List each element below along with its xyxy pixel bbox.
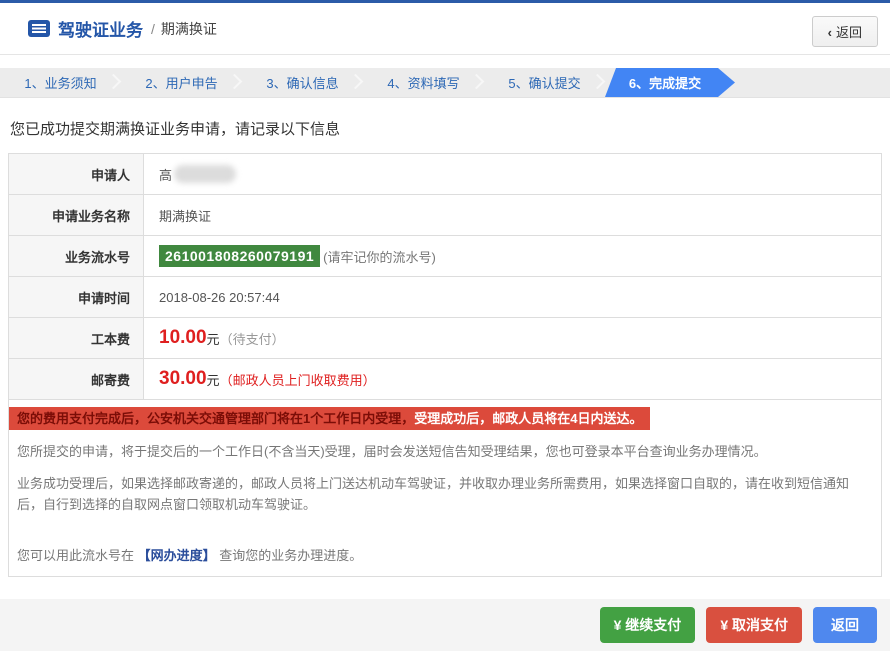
row-label: 邮寄费 (9, 359, 144, 399)
step-bar-filler (735, 68, 890, 97)
applicant-name: 高 (159, 165, 172, 184)
progress-note-prefix: 您可以用此流水号在 (17, 548, 138, 563)
table-row-serial-number: 业务流水号 261001808260079191(请牢记你的流水号) (9, 236, 881, 277)
continue-payment-button[interactable]: ¥ 继续支付 (600, 607, 696, 643)
table-row-business-name: 申请业务名称 期满换证 (9, 195, 881, 236)
step-2-user-declaration[interactable]: 2、用户申告 (121, 68, 242, 97)
warning-text-light: 受理成功后，邮政人员将在4日内送达。 (414, 411, 642, 426)
progress-query-note: 您可以用此流水号在 【网办进度】 查询您的业务办理进度。 (17, 545, 873, 564)
cancel-payment-button[interactable]: ¥ 取消支付 (706, 607, 802, 643)
back-button[interactable]: ‹ 返回 (812, 16, 878, 47)
notes-section: 您的费用支付完成后，公安机关交通管理部门将在1个工作日内受理，受理成功后，邮政人… (8, 400, 882, 577)
row-label: 业务流水号 (9, 236, 144, 276)
fee-note: （待支付） (220, 329, 285, 348)
fee-unit: 元 (207, 329, 220, 348)
breadcrumb-current: 期满换证 (161, 19, 217, 39)
page-header: 驾驶证业务 / 期满换证 ‹ 返回 (0, 3, 890, 55)
serial-number-badge: 261001808260079191 (159, 245, 320, 267)
step-1-business-notice[interactable]: 1、业务须知 (0, 68, 121, 97)
fee-unit: 元 (207, 370, 220, 389)
payment-warning-banner: 您的费用支付完成后，公安机关交通管理部门将在1个工作日内受理，受理成功后，邮政人… (9, 407, 650, 430)
table-row-postage-fee: 邮寄费 30.00元（邮政人员上门收取费用） (9, 359, 881, 400)
fee-amount: 30.00 (159, 368, 207, 390)
row-label: 申请业务名称 (9, 195, 144, 235)
row-value: 261001808260079191(请牢记你的流水号) (144, 236, 881, 276)
step-5-confirm-submit[interactable]: 5、确认提交 (484, 68, 605, 97)
warning-text-dark: 您的费用支付完成后，公安机关交通管理部门将在1个工作日内受理， (17, 411, 414, 426)
step-4-fill-materials[interactable]: 4、资料填写 (363, 68, 484, 97)
fee-amount: 10.00 (159, 327, 207, 349)
row-label: 申请人 (9, 154, 144, 194)
row-label: 申请时间 (9, 277, 144, 317)
row-value: 期满换证 (144, 195, 881, 235)
chevron-left-icon: ‹ (828, 25, 832, 40)
table-row-applicant: 申请人 高 (9, 154, 881, 195)
success-message: 您已成功提交期满换证业务申请，请记录以下信息 (10, 118, 890, 139)
page-title: 驾驶证业务 (58, 16, 143, 41)
progress-note-suffix: 查询您的业务办理进度。 (216, 548, 363, 563)
fee-note: （邮政人员上门收取费用） (220, 370, 376, 389)
back-button-label: 返回 (836, 25, 862, 40)
progress-menu-reference: 【网办进度】 (138, 548, 216, 563)
redacted-blur (174, 165, 236, 183)
serial-note: (请牢记你的流水号) (323, 247, 436, 266)
note-paragraph-processing: 您所提交的申请，将于提交后的一个工作日(不含当天)受理，届时会发送短信告知受理结… (17, 441, 873, 462)
breadcrumb-separator: / (151, 21, 155, 37)
list-icon (28, 20, 50, 37)
step-progress-bar: 1、业务须知 2、用户申告 3、确认信息 4、资料填写 5、确认提交 6、完成提… (0, 68, 890, 98)
row-value: 10.00元（待支付） (144, 318, 881, 358)
step-3-confirm-info[interactable]: 3、确认信息 (242, 68, 363, 97)
note-paragraph-delivery: 业务成功受理后，如果选择邮政寄递的，邮政人员将上门送达机动车驾驶证，并收取办理业… (17, 473, 873, 515)
row-value: 2018-08-26 20:57:44 (144, 277, 881, 317)
row-label: 工本费 (9, 318, 144, 358)
application-info-table: 申请人 高 申请业务名称 期满换证 业务流水号 2610018082600791… (8, 153, 882, 400)
table-row-apply-time: 申请时间 2018-08-26 20:57:44 (9, 277, 881, 318)
table-row-production-fee: 工本费 10.00元（待支付） (9, 318, 881, 359)
action-footer: ¥ 继续支付 ¥ 取消支付 返回 (0, 599, 890, 651)
step-6-complete-submit[interactable]: 6、完成提交 (605, 68, 735, 97)
return-button[interactable]: 返回 (813, 607, 877, 643)
row-value: 30.00元（邮政人员上门收取费用） (144, 359, 881, 399)
row-value: 高 (144, 154, 881, 194)
